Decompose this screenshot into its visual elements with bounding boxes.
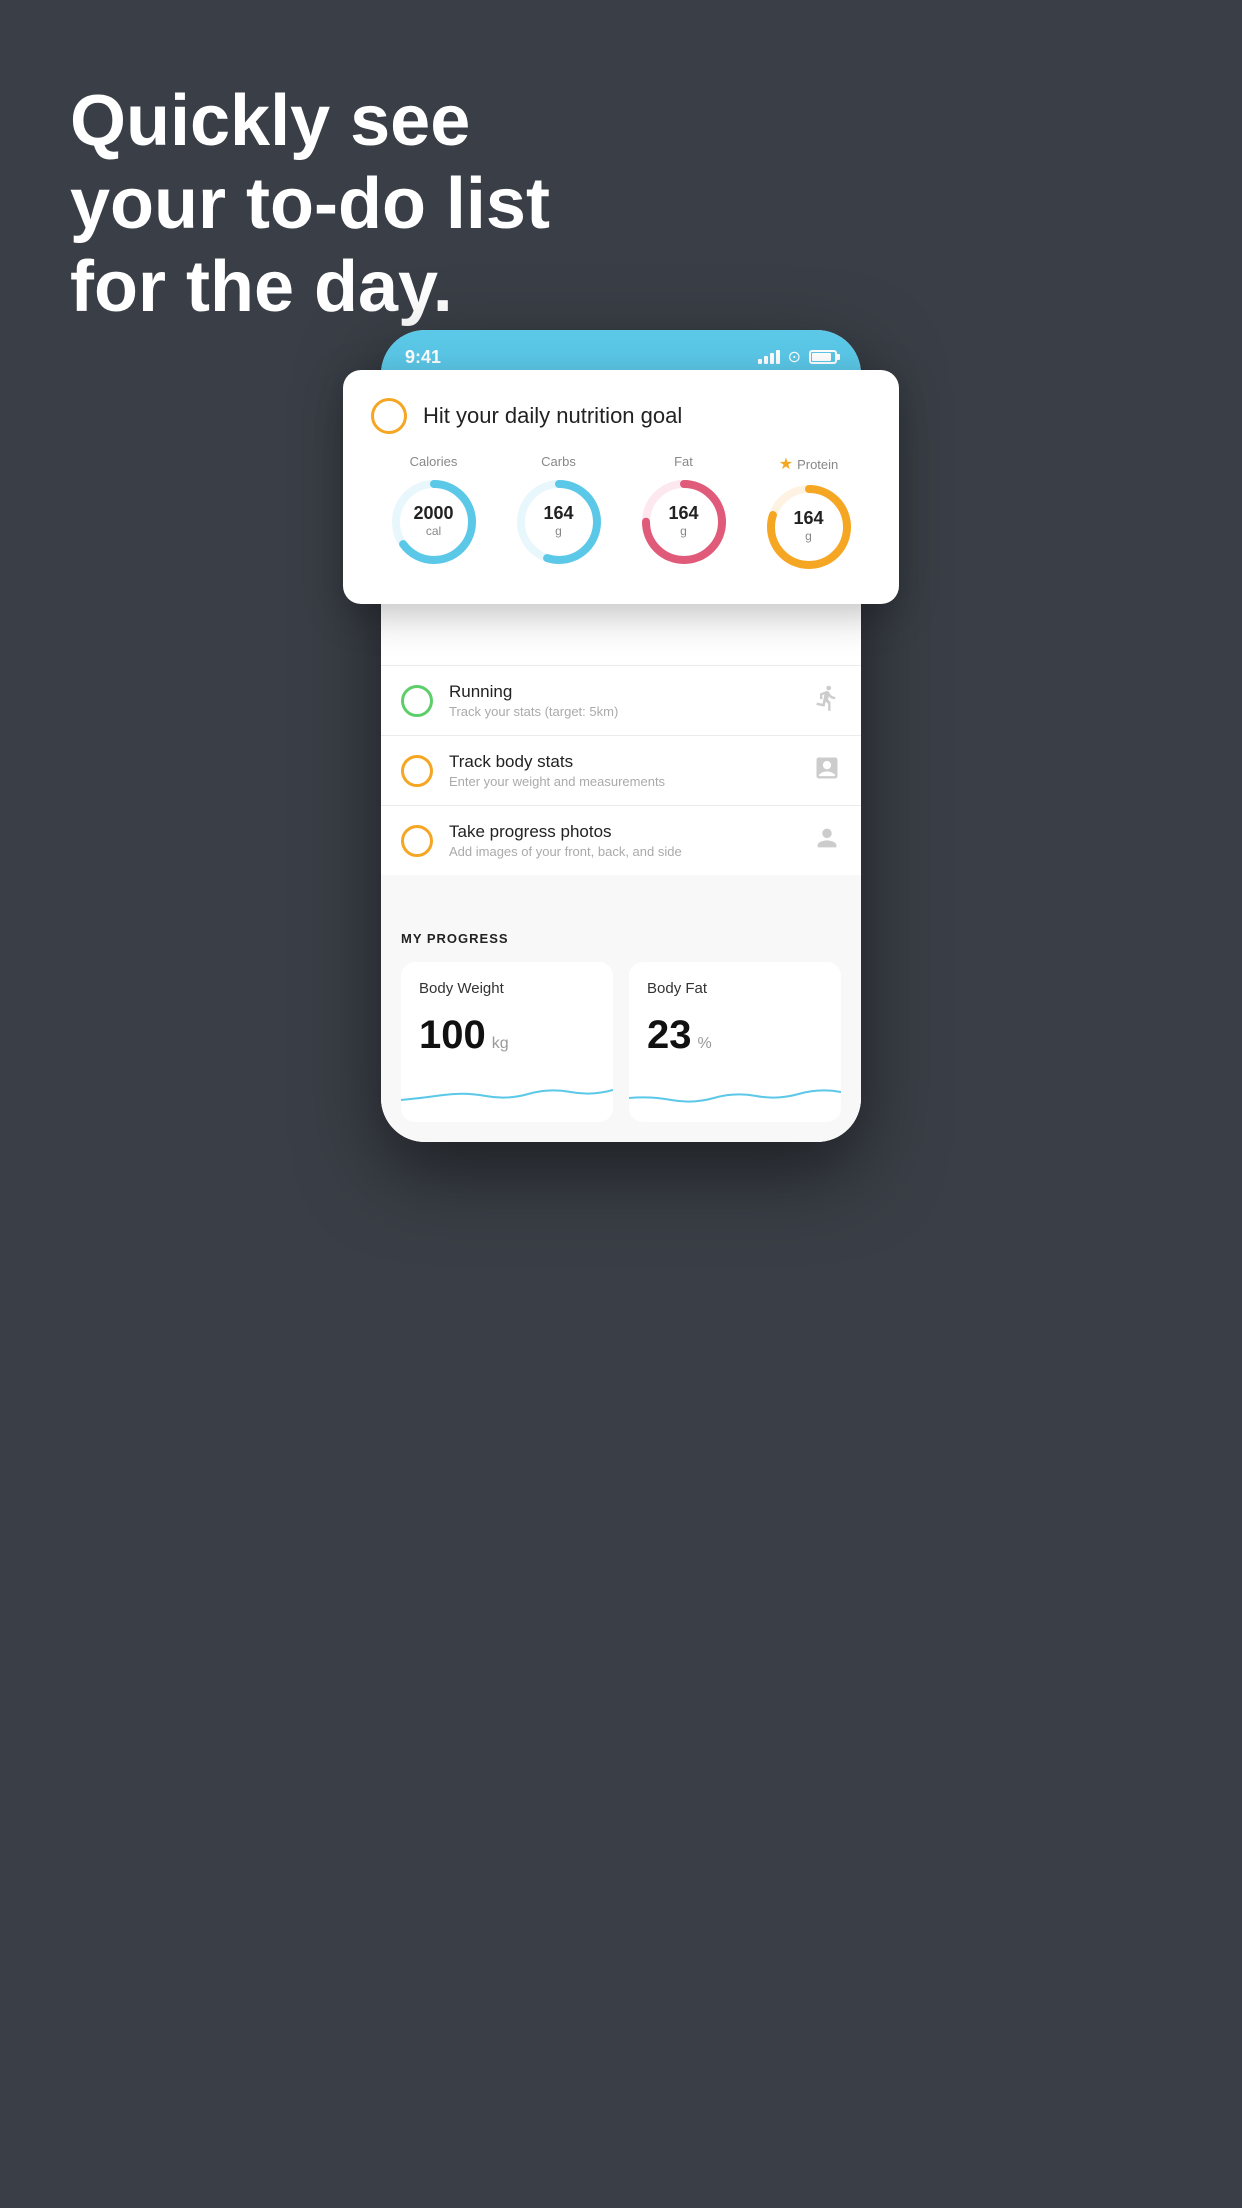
body-fat-card[interactable]: Body Fat 23 % xyxy=(629,962,841,1122)
status-time: 9:41 xyxy=(405,347,441,368)
todo-circle-progress-photos xyxy=(401,825,433,857)
todo-circle-running xyxy=(401,685,433,717)
nutrition-fat: Fat 164 g xyxy=(639,454,729,567)
todo-text-body-stats: Track body stats Enter your weight and m… xyxy=(449,752,797,789)
body-weight-chart xyxy=(401,1070,613,1110)
nutrition-check-circle xyxy=(371,398,407,434)
running-icon xyxy=(813,684,841,718)
body-weight-unit: kg xyxy=(492,1035,509,1053)
body-weight-label: Body Weight xyxy=(419,980,595,997)
wifi-icon: ⊙ xyxy=(788,347,801,367)
status-bar: 9:41 ⊙ xyxy=(381,330,861,374)
todo-circle-body-stats xyxy=(401,755,433,787)
fat-ring: 164 g xyxy=(639,477,729,567)
todo-item-progress-photos[interactable]: Take progress photos Add images of your … xyxy=(381,805,861,875)
todo-title-running: Running xyxy=(449,682,797,702)
todo-item-body-stats[interactable]: Track body stats Enter your weight and m… xyxy=(381,735,861,805)
person-icon xyxy=(813,824,841,858)
todo-title-body-stats: Track body stats xyxy=(449,752,797,772)
progress-section: MY PROGRESS Body Weight 100 kg xyxy=(381,907,861,1142)
carbs-label: Carbs xyxy=(541,454,576,469)
calories-ring: 2000 cal xyxy=(389,477,479,567)
todo-title-progress-photos: Take progress photos xyxy=(449,822,797,842)
protein-ring: 164 g xyxy=(764,482,854,572)
body-fat-chart xyxy=(629,1070,841,1110)
todo-sub-body-stats: Enter your weight and measurements xyxy=(449,774,797,789)
body-weight-value: 100 xyxy=(419,1013,486,1058)
calories-label: Calories xyxy=(410,454,458,469)
hero-text: Quickly see your to-do list for the day. xyxy=(70,80,550,328)
nutrition-grid: Calories 2000 cal Carbs xyxy=(371,454,871,572)
nutrition-card: Hit your daily nutrition goal Calories 2… xyxy=(343,370,899,604)
progress-cards: Body Weight 100 kg Body Fat xyxy=(401,962,841,1122)
body-fat-value: 23 xyxy=(647,1013,692,1058)
star-icon: ★ xyxy=(779,454,793,474)
carbs-ring: 164 g xyxy=(514,477,604,567)
body-fat-unit: % xyxy=(698,1035,712,1053)
status-icons: ⊙ xyxy=(758,347,837,367)
todo-text-progress-photos: Take progress photos Add images of your … xyxy=(449,822,797,859)
nutrition-protein: ★ Protein 164 g xyxy=(764,454,854,572)
nutrition-card-title: Hit your daily nutrition goal xyxy=(423,403,682,429)
body-fat-value-row: 23 % xyxy=(647,1013,823,1058)
fat-label: Fat xyxy=(674,454,693,469)
body-weight-card[interactable]: Body Weight 100 kg xyxy=(401,962,613,1122)
card-title-row: Hit your daily nutrition goal xyxy=(371,398,871,434)
todo-list: Running Track your stats (target: 5km) T… xyxy=(381,665,861,875)
nutrition-calories: Calories 2000 cal xyxy=(389,454,479,567)
battery-icon xyxy=(809,350,837,364)
todo-sub-running: Track your stats (target: 5km) xyxy=(449,704,797,719)
nutrition-carbs: Carbs 164 g xyxy=(514,454,604,567)
body-weight-value-row: 100 kg xyxy=(419,1013,595,1058)
signal-icon xyxy=(758,350,780,364)
scale-icon xyxy=(813,754,841,788)
progress-title: MY PROGRESS xyxy=(401,931,841,946)
body-fat-label: Body Fat xyxy=(647,980,823,997)
todo-sub-progress-photos: Add images of your front, back, and side xyxy=(449,844,797,859)
protein-label: ★ Protein xyxy=(779,454,839,474)
todo-item-running[interactable]: Running Track your stats (target: 5km) xyxy=(381,665,861,735)
todo-text-running: Running Track your stats (target: 5km) xyxy=(449,682,797,719)
